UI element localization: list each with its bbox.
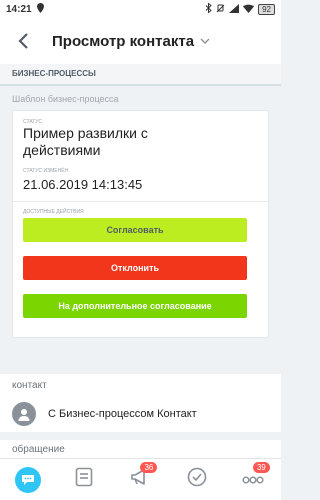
feed-icon (75, 467, 93, 492)
tab-chats[interactable] (10, 462, 46, 498)
template-label: Шаблон бизнес-процесса (12, 94, 119, 104)
checkmark-circle-icon (187, 467, 207, 492)
approve-button[interactable]: Согласовать (23, 218, 247, 242)
card-divider (13, 201, 268, 202)
reject-button[interactable]: Отклонить (23, 256, 247, 280)
chevron-down-icon[interactable] (200, 38, 210, 45)
tab-feed[interactable] (66, 462, 102, 498)
status-icons: 92 (205, 2, 275, 15)
mute-icon (216, 4, 225, 15)
wifi-icon (243, 4, 255, 15)
bottom-tab-bar: 36 39 (0, 458, 281, 500)
status-bar: 14:21 92 (0, 0, 281, 18)
app-header: Просмотр контакта (0, 18, 281, 64)
signal-icon (229, 3, 240, 15)
contact-heading: контакт (0, 374, 281, 396)
more-dots-icon (242, 471, 264, 489)
actions-caption: ДОСТУПНЫЕ ДЕЙСТВИЯ (23, 209, 84, 215)
page-title[interactable]: Просмотр контакта (52, 33, 194, 50)
appeal-heading: обращение (0, 440, 281, 460)
changed-value: 21.06.2019 14:13:45 (23, 177, 143, 192)
back-arrow-icon[interactable] (12, 30, 34, 52)
changed-caption: СТАТУС ИЗМЕНЁН (23, 168, 69, 174)
tab-tasks[interactable] (179, 462, 215, 498)
bluetooth-icon (205, 2, 212, 15)
tab-more[interactable]: 39 (235, 461, 271, 498)
contact-name[interactable]: С Бизнес-процессом Контакт (48, 408, 197, 420)
section-title: БИЗНЕС-ПРОЦЕССЫ (0, 64, 281, 84)
location-icon (36, 2, 44, 16)
notifications-badge: 36 (140, 461, 158, 473)
extra-approval-button[interactable]: На дополнительное согласование (23, 294, 247, 318)
tab-notifications[interactable]: 36 (122, 461, 158, 498)
contact-content: БИЗНЕС-ПРОЦЕССЫ Шаблон бизнес-процесса С… (0, 64, 281, 460)
battery-icon: 92 (258, 3, 275, 15)
contact-row[interactable]: С Бизнес-процессом Контакт (0, 396, 281, 432)
avatar (12, 402, 36, 426)
business-process-card: СТАТУС Пример развилки с действиями СТАТ… (12, 110, 269, 338)
status-value: Пример развилки с действиями (23, 125, 148, 158)
more-badge: 39 (252, 461, 270, 473)
status-time: 14:21 (6, 3, 32, 15)
chat-icon (15, 466, 42, 493)
